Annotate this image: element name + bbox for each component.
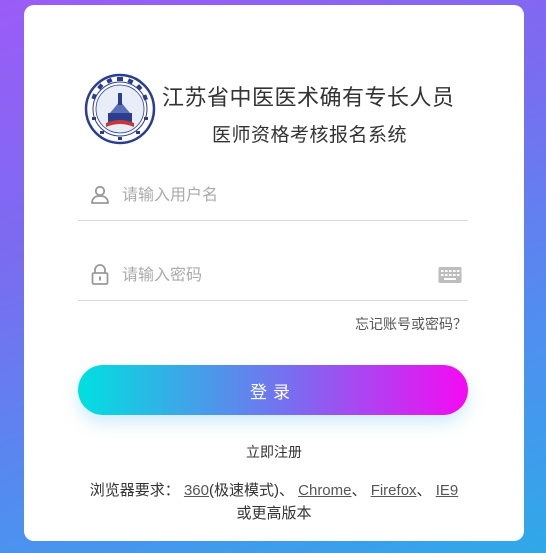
password-input[interactable]	[120, 260, 424, 292]
username-input[interactable]	[120, 180, 424, 212]
forgot-password-link[interactable]: 忘记账号或密码？	[355, 314, 467, 334]
lock-icon	[91, 264, 109, 285]
system-title-line2: 医师资格考核报名系统	[212, 125, 408, 146]
login-card: 江苏省中医医术确有专长人员 医师资格考核报名系统 请输入用户名 忘记账号或密码？…	[24, 5, 524, 541]
browser-firefox-link[interactable]: Firefox	[371, 482, 417, 499]
browser-360-mode: (极速模式)、	[208, 482, 294, 499]
browser-ie9-link[interactable]: IE9	[436, 482, 459, 499]
register-link[interactable]: 立即注册	[24, 442, 524, 462]
browser-chrome-sep: 、	[351, 482, 367, 499]
user-icon	[91, 185, 109, 204]
browser-360-link[interactable]: 360	[184, 482, 209, 499]
browser-chrome-link[interactable]: Chrome	[298, 482, 351, 499]
browser-requirements-suffix: 或更高版本	[236, 505, 312, 522]
password-field	[78, 250, 468, 301]
login-button[interactable]: 登录	[78, 365, 468, 415]
system-title-line1: 江苏省中医医术确有专长人员	[162, 85, 455, 110]
header: 江苏省中医医术确有专长人员 医师资格考核报名系统	[84, 73, 484, 153]
browser-requirements-prefix: 浏览器要求：	[89, 482, 180, 499]
keyboard-icon[interactable]	[438, 265, 462, 285]
browser-firefox-sep: 、	[416, 482, 432, 499]
browser-requirements: 浏览器要求： 360(极速模式)、 Chrome、 Firefox、 IE9 或…	[79, 479, 469, 525]
association-logo	[84, 73, 156, 145]
username-field	[78, 170, 468, 221]
